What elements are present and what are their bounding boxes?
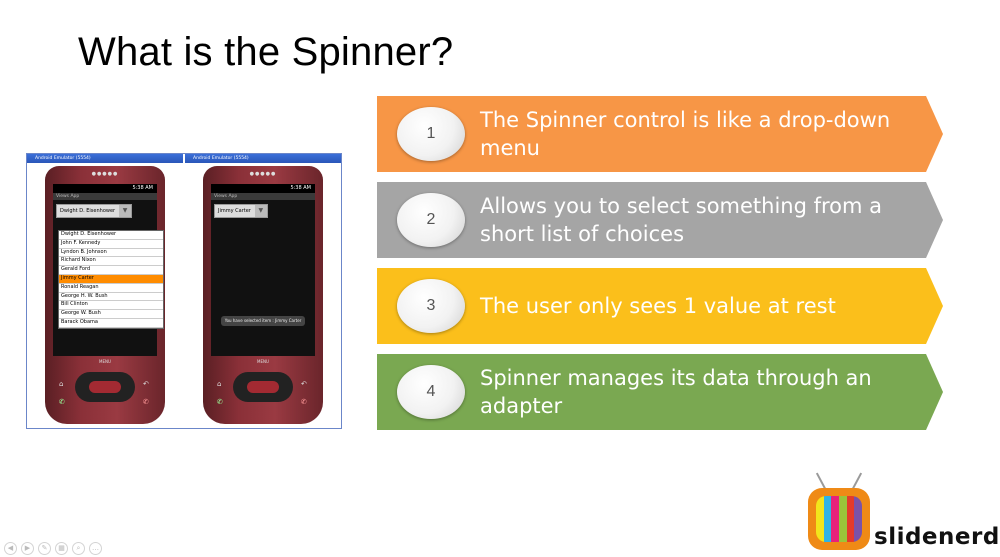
tv-screen bbox=[816, 496, 862, 542]
call-icon[interactable]: ✆ bbox=[217, 398, 223, 406]
spinner-arrow-icon: ▼ bbox=[254, 205, 267, 217]
step-4: 4 Spinner manages its data through an ad… bbox=[377, 354, 943, 430]
toast-message: You have selected item : Jimmy Carter bbox=[221, 316, 305, 326]
slides-icon[interactable]: ▦ bbox=[55, 542, 68, 555]
call-icon[interactable]: ✆ bbox=[59, 398, 65, 406]
speaker-icon: ●●●●● bbox=[249, 171, 277, 177]
steps-list: 1 The Spinner control is like a drop-dow… bbox=[377, 96, 943, 440]
slidenerd-logo: slidenerd bbox=[806, 470, 999, 554]
dropdown-item[interactable]: George W. Bush bbox=[59, 310, 163, 319]
step-3: 3 The user only sees 1 value at rest bbox=[377, 268, 943, 344]
menu-key-2[interactable]: MENU bbox=[257, 359, 269, 364]
dropdown-item[interactable]: Bill Clinton bbox=[59, 301, 163, 311]
spinner-2[interactable]: Jimmy Carter ▼ bbox=[214, 204, 268, 218]
dpad[interactable] bbox=[75, 372, 135, 402]
back-icon[interactable]: ↶ bbox=[301, 380, 307, 388]
previous-icon[interactable]: ◀ bbox=[4, 542, 17, 555]
emulator-window-1: Android Emulator (5554) ●●●●● 5:38 AM Vi… bbox=[27, 154, 183, 428]
phone-body-2: ●●●●● 5:38 AM Views App Jimmy Carter ▼ Y… bbox=[203, 166, 323, 424]
step-number-3: 3 bbox=[397, 279, 465, 333]
phone-body-1: ●●●●● 5:38 AM Views App Dwight D. Eisenh… bbox=[45, 166, 165, 424]
emulator-title-2: Android Emulator (5554) bbox=[185, 154, 341, 163]
dropdown-item[interactable]: Ronald Reagan bbox=[59, 284, 163, 293]
dropdown-item[interactable]: Jimmy Carter bbox=[59, 274, 163, 284]
app-title-1: Views App bbox=[53, 193, 157, 200]
step-1: 1 The Spinner control is like a drop-dow… bbox=[377, 96, 943, 172]
phone-screen-2: 5:38 AM Views App Jimmy Carter ▼ You hav… bbox=[211, 184, 315, 356]
step-2: 2 Allows you to select something from a … bbox=[377, 182, 943, 258]
dropdown-item[interactable]: George H. W. Bush bbox=[59, 293, 163, 302]
dropdown-item[interactable]: Lyndon B. Johnson bbox=[59, 249, 163, 258]
step-number-2: 2 bbox=[397, 193, 465, 247]
menu-key-1[interactable]: MENU bbox=[99, 359, 111, 364]
status-time-2: 5:38 AM bbox=[290, 185, 311, 191]
back-icon[interactable]: ↶ bbox=[143, 380, 149, 388]
spinner-value-1: Dwight D. Eisenhower bbox=[60, 208, 116, 214]
step-text-1: The Spinner control is like a drop-down … bbox=[480, 108, 891, 160]
home-icon[interactable]: ⌂ bbox=[217, 380, 221, 388]
tv-icon bbox=[808, 488, 870, 550]
status-bar-2: 5:38 AM bbox=[211, 184, 315, 193]
step-number-4: 4 bbox=[397, 365, 465, 419]
speaker-icon: ●●●●● bbox=[91, 171, 119, 177]
dpad[interactable] bbox=[233, 372, 293, 402]
tv-stripe bbox=[831, 496, 840, 542]
pen-icon[interactable]: ✎ bbox=[38, 542, 51, 555]
dropdown-item[interactable]: Barack Obama bbox=[59, 319, 163, 328]
status-bar-1: 5:38 AM bbox=[53, 184, 157, 193]
dpad-center[interactable] bbox=[247, 381, 279, 393]
spinner-dropdown: Dwight D. Eisenhower John F. Kennedy Lyndo… bbox=[58, 230, 164, 329]
dropdown-item[interactable]: Dwight D. Eisenhower bbox=[59, 231, 163, 240]
spinner-value-2: Jimmy Carter bbox=[218, 208, 251, 214]
dropdown-item[interactable]: John F. Kennedy bbox=[59, 240, 163, 249]
spinner-1[interactable]: Dwight D. Eisenhower ▼ bbox=[56, 204, 133, 218]
zoom-icon[interactable]: ⌕ bbox=[72, 542, 85, 555]
next-icon[interactable]: ▶ bbox=[21, 542, 34, 555]
step-text-2: Allows you to select something from a sh… bbox=[480, 194, 883, 246]
phone-screen-1: 5:38 AM Views App Dwight D. Eisenhower ▼… bbox=[53, 184, 164, 356]
dropdown-item[interactable]: Richard Nixon bbox=[59, 257, 163, 267]
home-icon[interactable]: ⌂ bbox=[59, 380, 63, 388]
tv-stripe bbox=[823, 496, 832, 542]
tv-stripe bbox=[839, 496, 847, 542]
spinner-arrow-icon: ▼ bbox=[119, 205, 132, 217]
step-text-3: The user only sees 1 value at rest bbox=[480, 294, 836, 318]
emulator-title-1: Android Emulator (5554) bbox=[27, 154, 183, 163]
app-title-2: Views App bbox=[211, 193, 315, 200]
more-icon[interactable]: … bbox=[89, 542, 102, 555]
step-number-1: 1 bbox=[397, 107, 465, 161]
slide-title: What is the Spinner? bbox=[78, 30, 454, 74]
brand-name: slidenerd bbox=[874, 524, 1000, 550]
tv-stripe bbox=[816, 496, 824, 542]
dropdown-item[interactable]: Gerald Ford bbox=[59, 266, 163, 275]
status-time-1: 5:38 AM bbox=[132, 185, 153, 191]
dpad-center[interactable] bbox=[89, 381, 121, 393]
slideshow-controls: ◀ ▶ ✎ ▦ ⌕ … bbox=[4, 542, 102, 555]
emulator-screenshots: Android Emulator (5554) ●●●●● 5:38 AM Vi… bbox=[26, 153, 342, 429]
tv-stripe bbox=[854, 496, 862, 542]
end-call-icon[interactable]: ✆ bbox=[143, 398, 149, 406]
step-text-4: Spinner manages its data through an adap… bbox=[480, 366, 872, 418]
tv-stripe bbox=[846, 496, 855, 542]
end-call-icon[interactable]: ✆ bbox=[301, 398, 307, 406]
emulator-window-2: Android Emulator (5554) ●●●●● 5:38 AM Vi… bbox=[185, 154, 341, 428]
